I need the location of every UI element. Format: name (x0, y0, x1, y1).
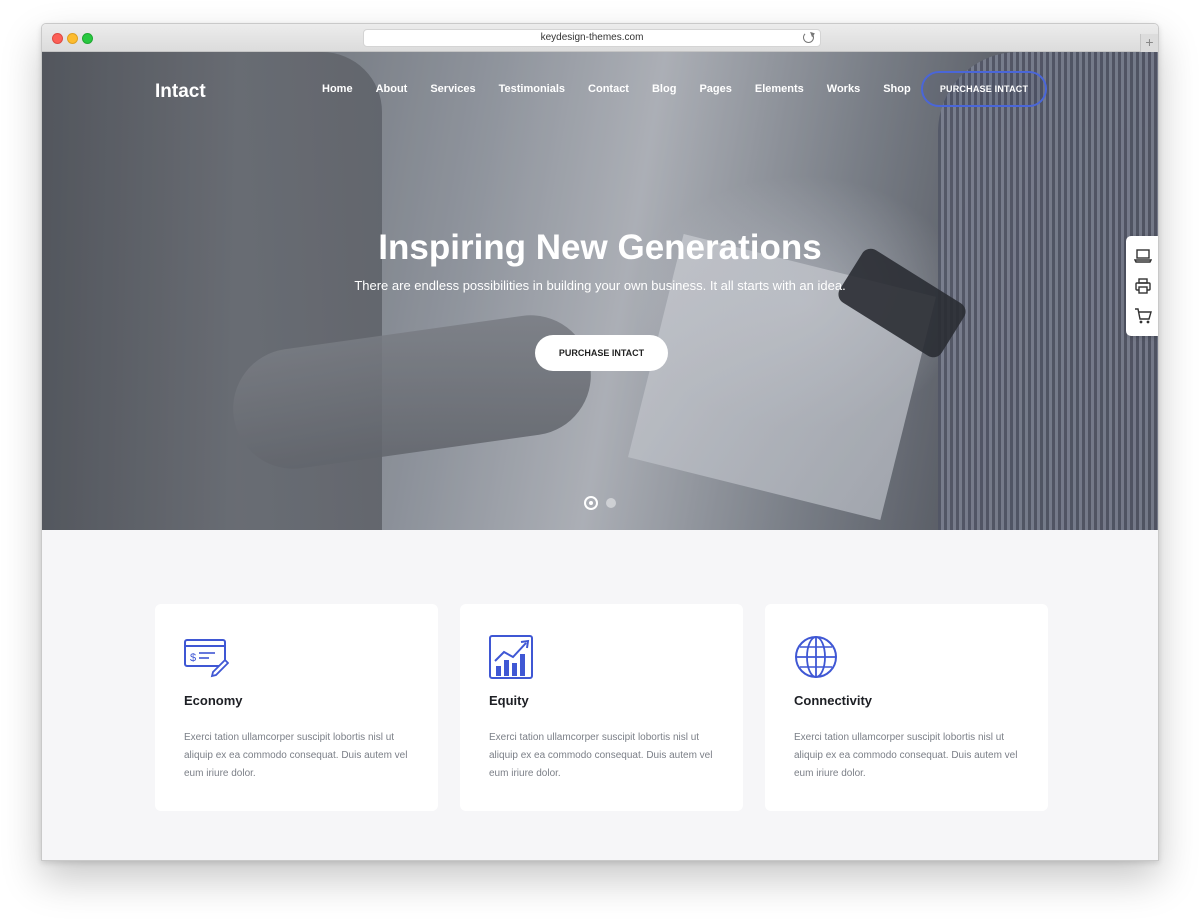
check-icon: $ (184, 639, 229, 678)
slider-dot-2[interactable] (606, 498, 616, 508)
side-dock (1126, 236, 1158, 336)
nav-item-contact[interactable]: Contact (588, 83, 629, 101)
nav-item-works[interactable]: Works (827, 83, 860, 101)
browser-window: keydesign-themes.com + Intact Home About… (41, 23, 1159, 861)
minimize-window-button[interactable] (67, 33, 78, 44)
laptop-icon[interactable] (1134, 247, 1152, 265)
nav-item-testimonials[interactable]: Testimonials (499, 83, 565, 101)
site-logo[interactable]: Intact (155, 81, 206, 103)
nav-item-home[interactable]: Home (322, 83, 353, 101)
hero-section: Intact Home About Services Testimonials … (42, 52, 1158, 530)
feature-card-economy: $ Economy Exerci tation ullamcorper susc… (155, 604, 438, 811)
nav-item-pages[interactable]: Pages (699, 83, 731, 101)
zoom-window-button[interactable] (82, 33, 93, 44)
feature-title: Economy (184, 693, 243, 708)
slider-dot-1[interactable] (584, 496, 598, 510)
feature-card-equity: Equity Exerci tation ullamcorper suscipi… (460, 604, 743, 811)
feature-text: Exerci tation ullamcorper suscipit lobor… (489, 732, 713, 779)
feature-title: Connectivity (794, 693, 873, 708)
slider-pagination (584, 496, 624, 510)
chart-growth-icon (489, 635, 533, 679)
cart-icon[interactable] (1134, 307, 1152, 325)
reload-icon[interactable] (803, 32, 814, 43)
nav-item-blog[interactable]: Blog (652, 83, 676, 101)
close-window-button[interactable] (52, 33, 63, 44)
hero-subtitle: There are endless possibilities in build… (354, 278, 846, 293)
address-bar[interactable]: keydesign-themes.com (363, 29, 821, 47)
new-tab-button[interactable]: + (1140, 34, 1158, 52)
nav-item-shop[interactable]: Shop (883, 83, 911, 101)
feature-text: Exerci tation ullamcorper suscipit lobor… (794, 732, 1018, 779)
purchase-button-header[interactable]: PURCHASE INTACT (921, 71, 1047, 107)
nav-item-elements[interactable]: Elements (755, 83, 804, 101)
purchase-button-hero[interactable]: PURCHASE INTACT (535, 335, 668, 371)
nav-item-services[interactable]: Services (430, 83, 475, 101)
feature-card-connectivity: Connectivity Exerci tation ullamcorper s… (765, 604, 1048, 811)
svg-text:$: $ (190, 652, 196, 664)
address-bar-url: keydesign-themes.com (540, 32, 644, 43)
nav-item-about[interactable]: About (376, 83, 408, 101)
browser-titlebar: keydesign-themes.com + (42, 24, 1158, 52)
printer-icon[interactable] (1134, 277, 1152, 295)
hero-title: Inspiring New Generations (378, 228, 822, 267)
feature-text: Exerci tation ullamcorper suscipit lobor… (184, 732, 408, 779)
feature-title: Equity (489, 693, 529, 708)
main-nav: Home About Services Testimonials Contact… (322, 83, 934, 101)
globe-icon (795, 636, 837, 678)
features-section: $ Economy Exerci tation ullamcorper susc… (155, 604, 1048, 811)
